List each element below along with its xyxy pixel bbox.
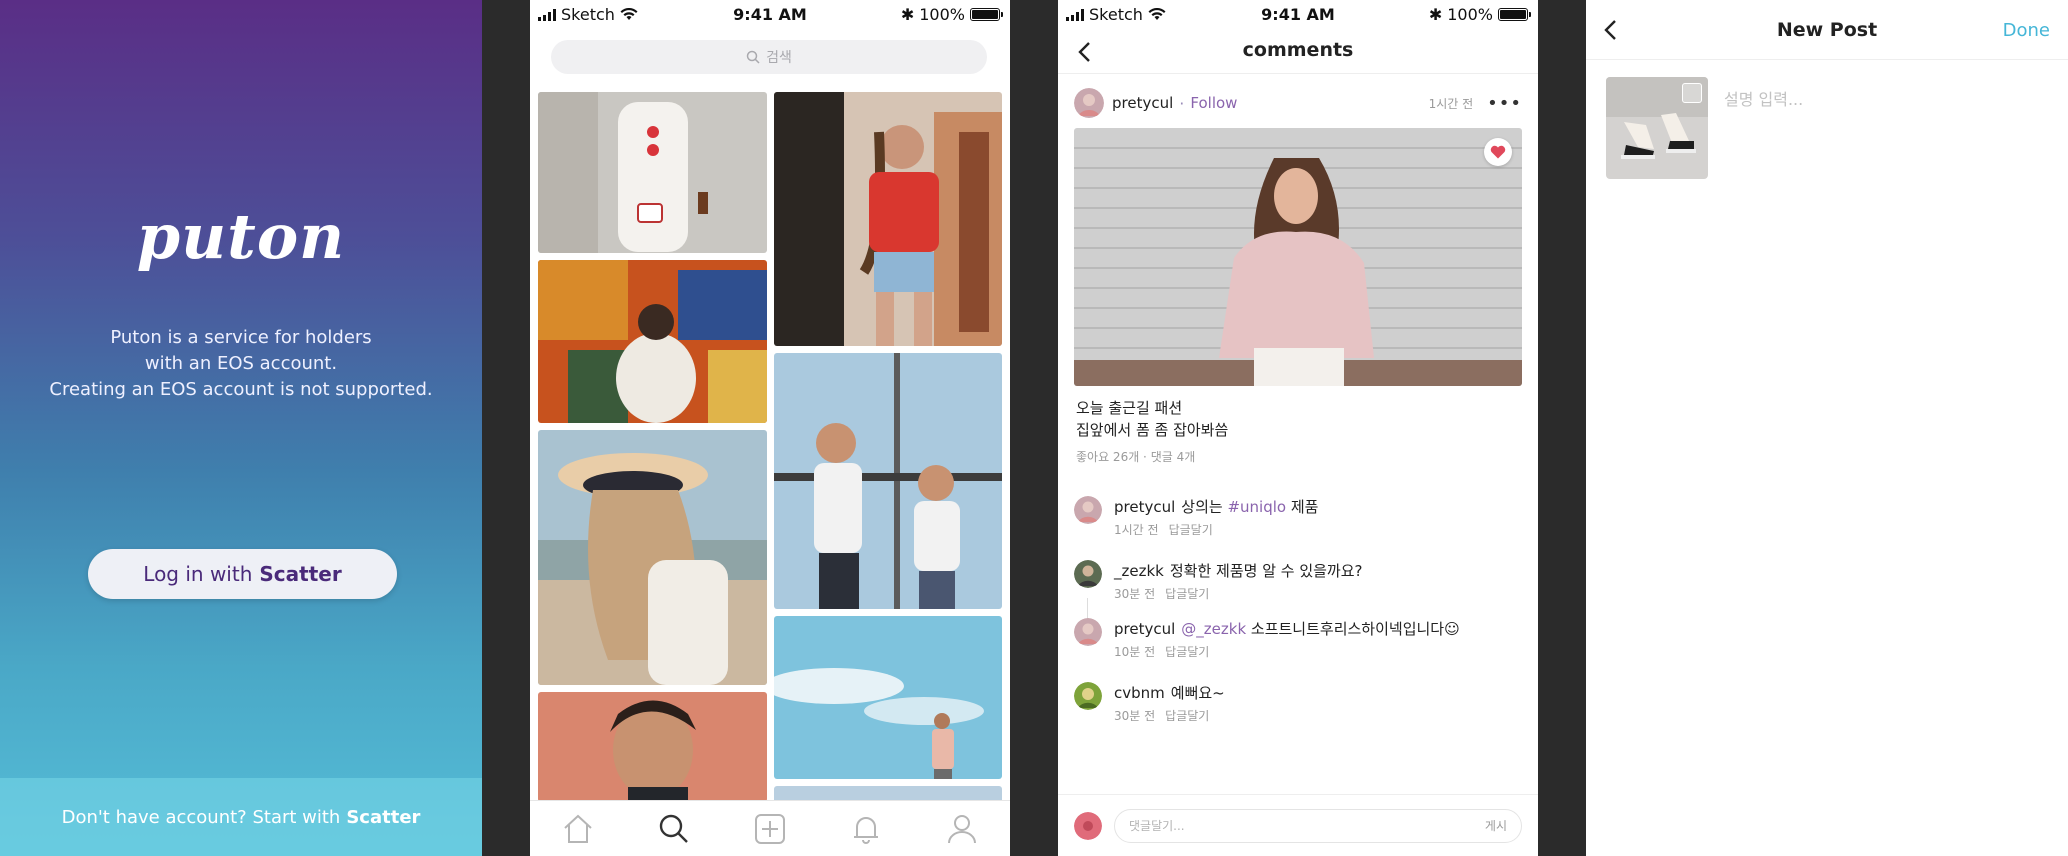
description-input[interactable]: 설명 입력...	[1724, 86, 1803, 110]
tab-add-post[interactable]	[750, 809, 790, 849]
selected-photo-thumbnail[interactable]	[1606, 77, 1708, 179]
nav-bar: comments	[1058, 30, 1538, 74]
post-caption: 오늘 출근길 패션 집앞에서 폼 좀 잡아봐씀	[1076, 399, 1229, 439]
notifications-icon	[854, 816, 878, 844]
nav-bar: New Post Done	[1586, 0, 2068, 60]
bluetooth-icon: ✱	[900, 5, 915, 24]
home-icon	[564, 814, 592, 843]
comment-username[interactable]: cvbnm	[1114, 684, 1165, 702]
status-bar: Sketch 9:41 AM ✱ 100%	[1058, 0, 1538, 30]
search-icon	[746, 50, 760, 64]
profile-icon	[948, 814, 976, 843]
avatar[interactable]	[1074, 88, 1104, 118]
page-title: New Post	[1776, 19, 1878, 41]
reply-button[interactable]: 답글달기	[1169, 523, 1213, 537]
select-checkbox[interactable]	[1682, 83, 1702, 103]
post-header: pretycul · Follow 1시간 전 •••	[1074, 88, 1522, 118]
search-input[interactable]: 검색	[551, 40, 987, 74]
explore-photo-sun-visor[interactable]	[538, 430, 767, 685]
reply-button[interactable]: 답글달기	[1165, 645, 1209, 659]
comment-username[interactable]: _zezkk	[1114, 562, 1164, 580]
tab-profile[interactable]	[942, 809, 982, 849]
more-options-icon[interactable]: •••	[1487, 93, 1522, 114]
explore-photo-red-tee[interactable]	[774, 92, 1002, 346]
page-title: comments	[1242, 39, 1354, 61]
tab-home[interactable]	[558, 809, 598, 849]
comment-item: _zezkk 정확한 제품명 알 수 있을까요? 30분 전 답글달기	[1074, 560, 1522, 602]
tab-search[interactable]	[654, 809, 694, 849]
status-bar: Sketch 9:41 AM ✱ 100%	[530, 0, 1010, 30]
tab-notifications[interactable]	[846, 809, 886, 849]
post-time: 1시간 전	[1428, 96, 1474, 111]
comment-item: pretycul 상의는 #uniqlo 제품 1시간 전 답글달기	[1074, 496, 1522, 538]
login-with-scatter-button[interactable]: Log in with Scatter	[88, 549, 397, 599]
avatar[interactable]	[1074, 560, 1102, 588]
reply-button[interactable]: 답글달기	[1165, 709, 1209, 723]
done-button[interactable]: Done	[2003, 20, 2050, 41]
comment-composer: 댓글달기... 게시	[1058, 794, 1538, 856]
comment-item: pretycul @_zezkk 소프트니트후리스하이넥입니다☺ 10분 전 답글달…	[1074, 618, 1522, 660]
comment-input[interactable]: 댓글달기... 게시	[1114, 808, 1522, 843]
avatar[interactable]	[1074, 496, 1102, 524]
post-photo[interactable]	[1074, 128, 1522, 386]
comment-username[interactable]: pretycul	[1114, 620, 1175, 638]
add-post-icon	[755, 813, 785, 844]
explore-photo-sky[interactable]	[774, 616, 1002, 779]
bluetooth-icon: ✱	[1428, 5, 1443, 24]
mention-link[interactable]: @_zezkk	[1181, 620, 1246, 638]
like-button[interactable]	[1484, 138, 1512, 166]
comment-item: cvbnm 예뻐요~ 30분 전 답글달기	[1074, 682, 1522, 724]
post-username[interactable]: pretycul	[1112, 94, 1173, 112]
comment-username[interactable]: pretycul	[1114, 498, 1175, 516]
post-stats: 좋아요 26개 · 댓글 4개	[1076, 450, 1196, 464]
explore-photo-graffiti[interactable]	[538, 260, 767, 423]
heart-icon	[1490, 145, 1506, 159]
post-comment-button[interactable]: 게시	[1485, 817, 1507, 834]
hashtag-link[interactable]: #uniqlo	[1227, 498, 1286, 516]
explore-photo-man-portrait[interactable]	[538, 692, 767, 802]
start-with-scatter-bar[interactable]: Don't have account? Start with Scatter	[0, 778, 482, 856]
login-description: Puton is a service for holders with an E…	[49, 327, 433, 400]
search-icon	[659, 814, 688, 843]
avatar[interactable]	[1074, 682, 1102, 710]
explore-screen: Sketch 9:41 AM ✱ 100% 검색	[530, 0, 1010, 856]
new-post-screen: New Post Done 설명 입력...	[1586, 0, 2068, 856]
puton-logo: puton	[136, 200, 346, 273]
avatar[interactable]	[1074, 618, 1102, 646]
follow-button[interactable]: Follow	[1190, 94, 1237, 112]
avatar	[1074, 811, 1102, 840]
reply-button[interactable]: 답글달기	[1165, 587, 1209, 601]
battery-icon	[1498, 8, 1531, 21]
comments-screen: Sketch 9:41 AM ✱ 100% comments pretycul …	[1058, 0, 1538, 856]
login-screen: puton Puton is a service for holders wit…	[0, 0, 482, 856]
battery-icon	[970, 8, 1003, 21]
explore-photo-white-dress[interactable]	[538, 92, 767, 253]
tab-bar	[530, 800, 1010, 856]
explore-photo-couple[interactable]	[774, 353, 1002, 609]
